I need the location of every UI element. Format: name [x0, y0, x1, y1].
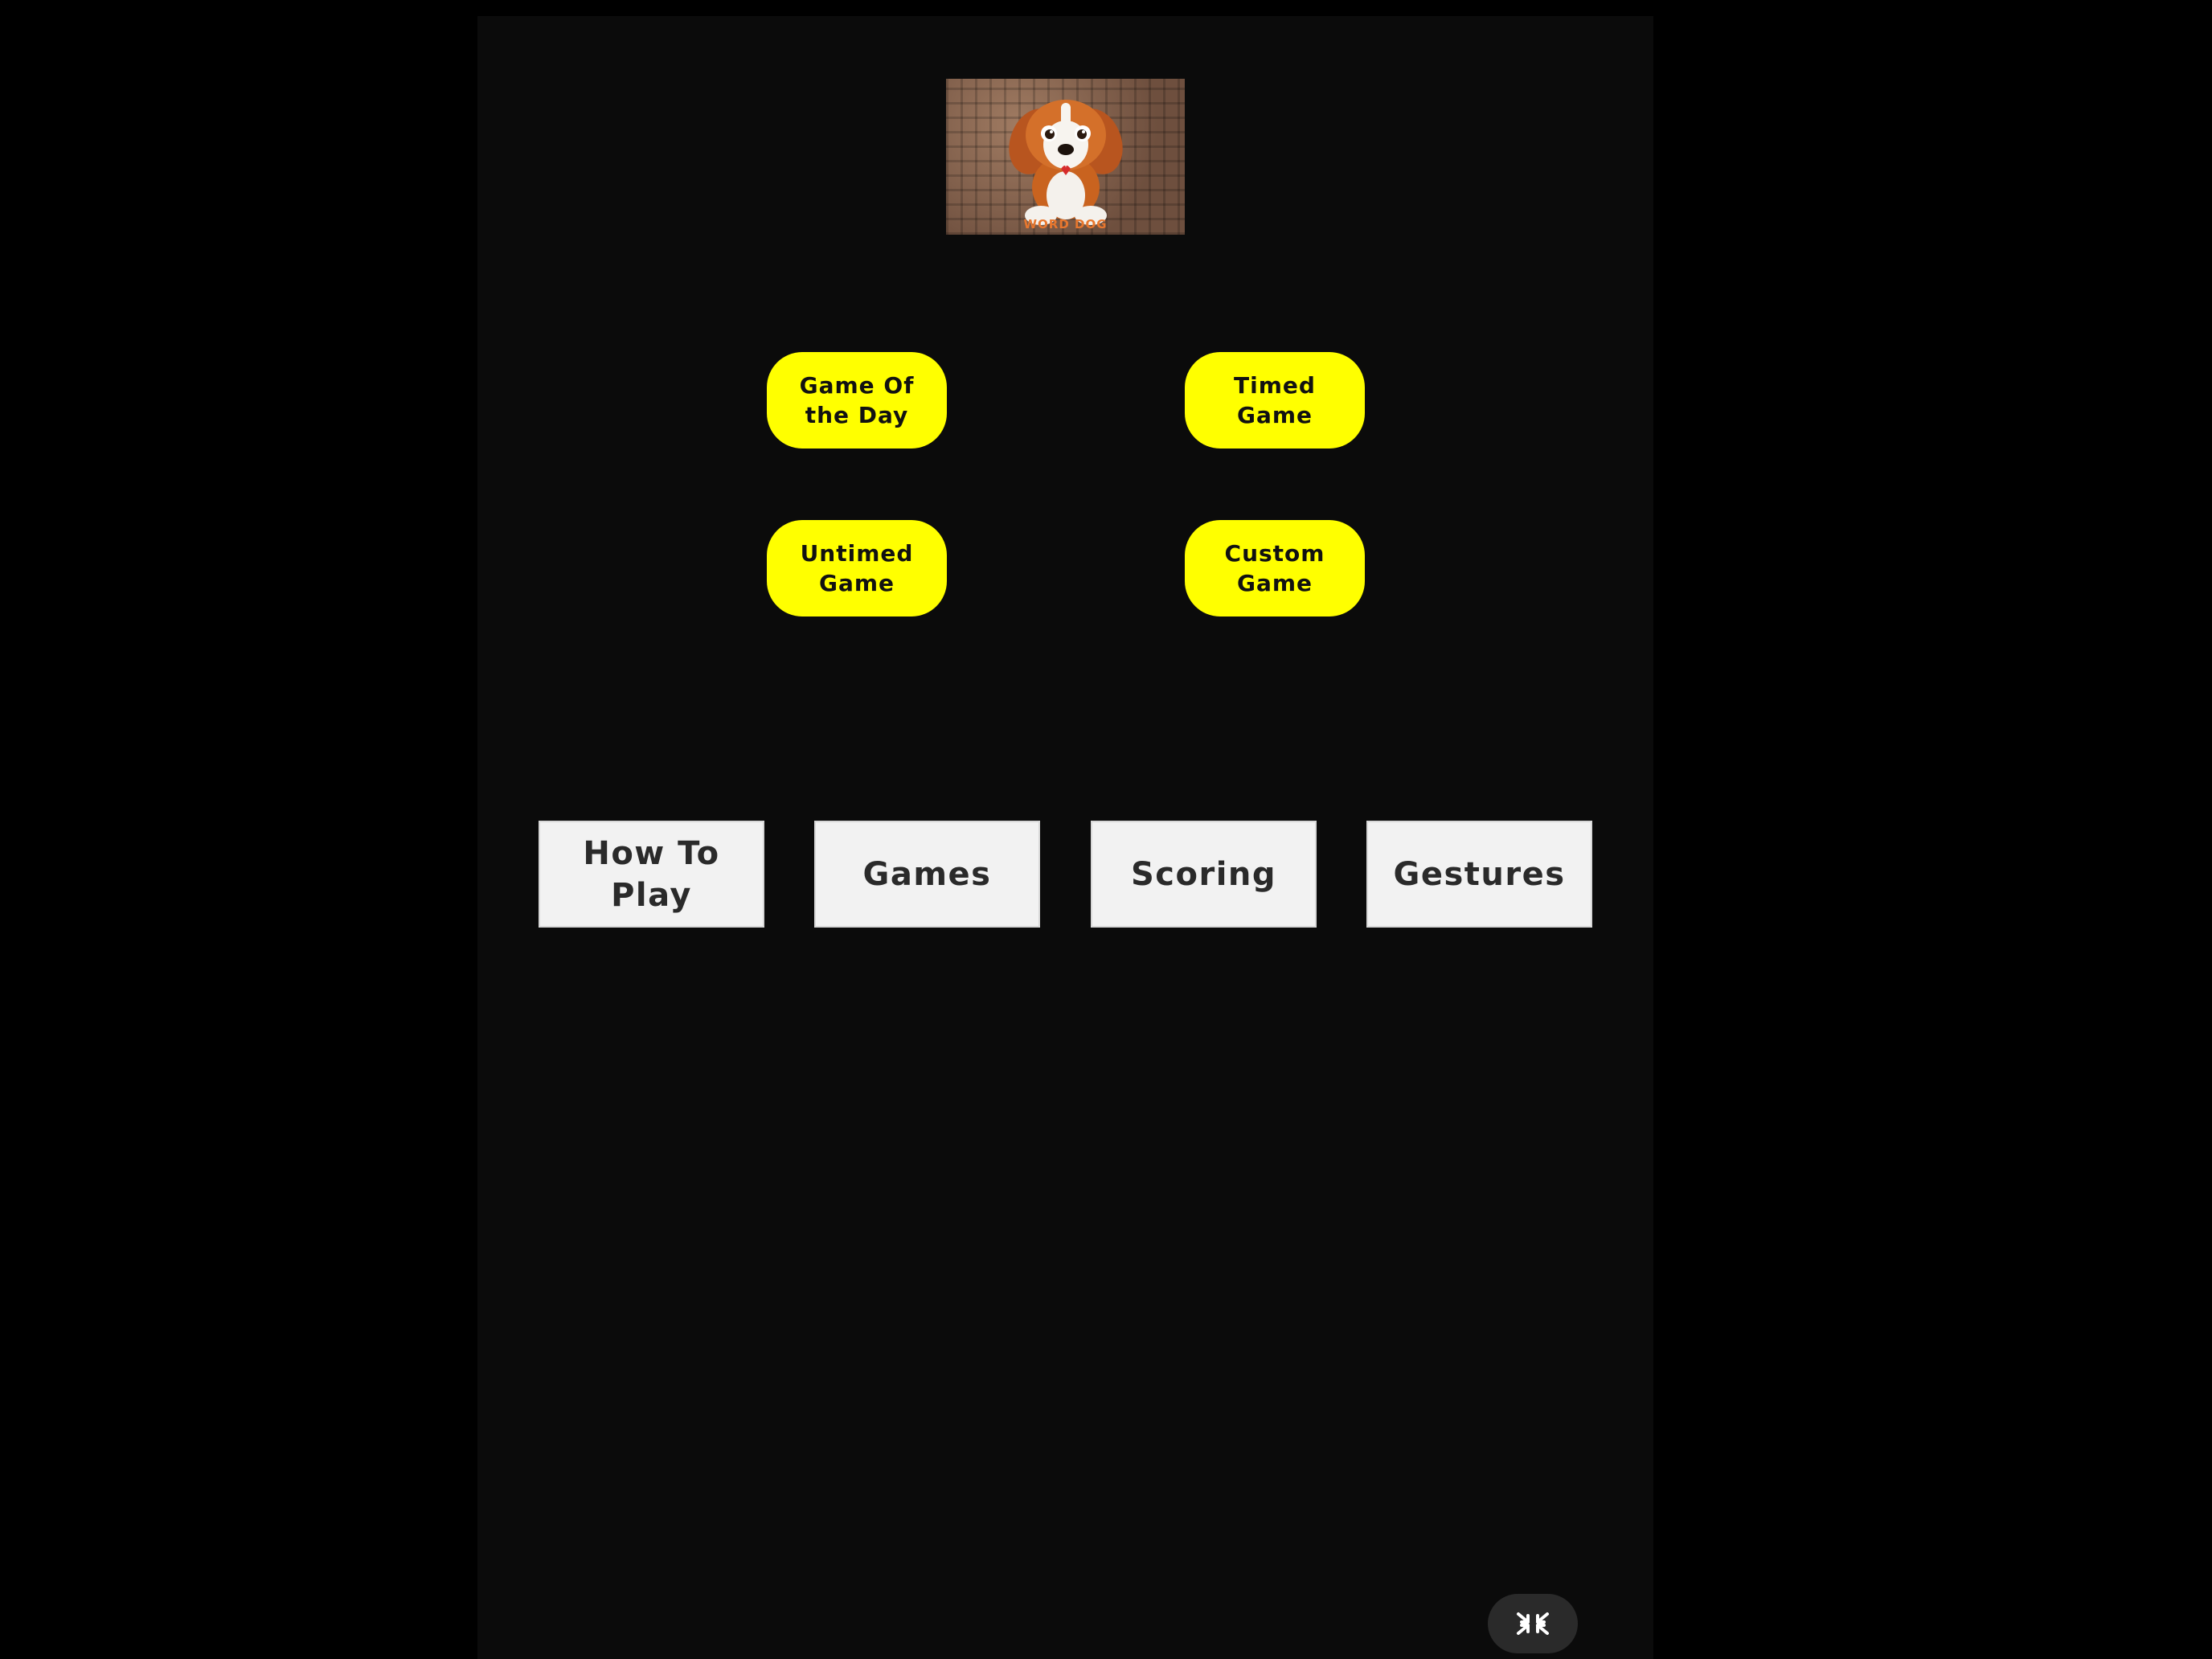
- untimed-game-button[interactable]: Untimed Game: [767, 520, 947, 616]
- scoring-button[interactable]: Scoring: [1091, 821, 1317, 928]
- dog-icon: [1009, 100, 1123, 225]
- game-of-the-day-button[interactable]: Game Of the Day: [767, 352, 947, 449]
- custom-game-button[interactable]: Custom Game: [1185, 520, 1365, 616]
- logo-caption: WORD DOG: [1023, 217, 1108, 231]
- games-button[interactable]: Games: [814, 821, 1040, 928]
- how-to-play-button[interactable]: How To Play: [539, 821, 764, 928]
- logo-image: WORD DOG: [946, 79, 1185, 235]
- collapse-arrows-icon: [1517, 1612, 1549, 1635]
- gestures-button[interactable]: Gestures: [1366, 821, 1592, 928]
- app-panel: WORD DOG Game Of the Day Timed Game Unti…: [477, 16, 1653, 1659]
- exit-fullscreen-button[interactable]: [1488, 1594, 1578, 1653]
- screen: WORD DOG Game Of the Day Timed Game Unti…: [0, 0, 2212, 1659]
- timed-game-button[interactable]: Timed Game: [1185, 352, 1365, 449]
